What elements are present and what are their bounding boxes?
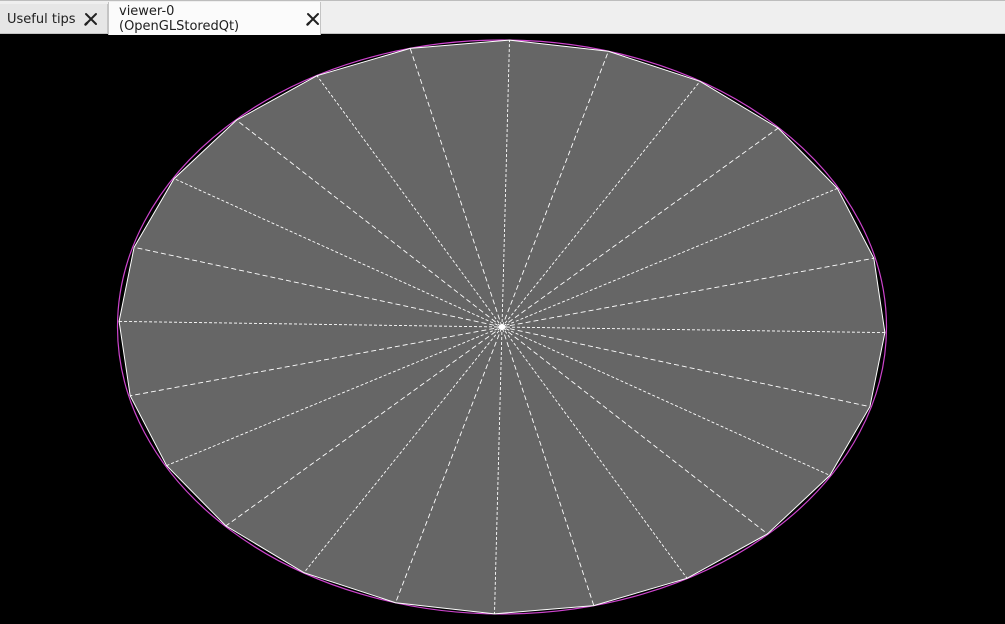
- tab-useful-tips[interactable]: Useful tips: [0, 4, 108, 34]
- close-icon[interactable]: [83, 12, 98, 26]
- tab-viewer-0[interactable]: viewer-0 (OpenGLStoredQt): [108, 2, 321, 35]
- tab-viewer-0-label: viewer-0 (OpenGLStoredQt): [119, 3, 240, 34]
- tab-bar: Useful tips viewer-0 (OpenGLStoredQt): [0, 0, 1005, 35]
- opengl-viewer[interactable]: [0, 34, 1005, 624]
- viewer-scene: [116, 39, 888, 615]
- close-icon[interactable]: [306, 12, 320, 26]
- disk-center: [499, 324, 505, 330]
- tab-useful-tips-label: Useful tips: [7, 11, 76, 27]
